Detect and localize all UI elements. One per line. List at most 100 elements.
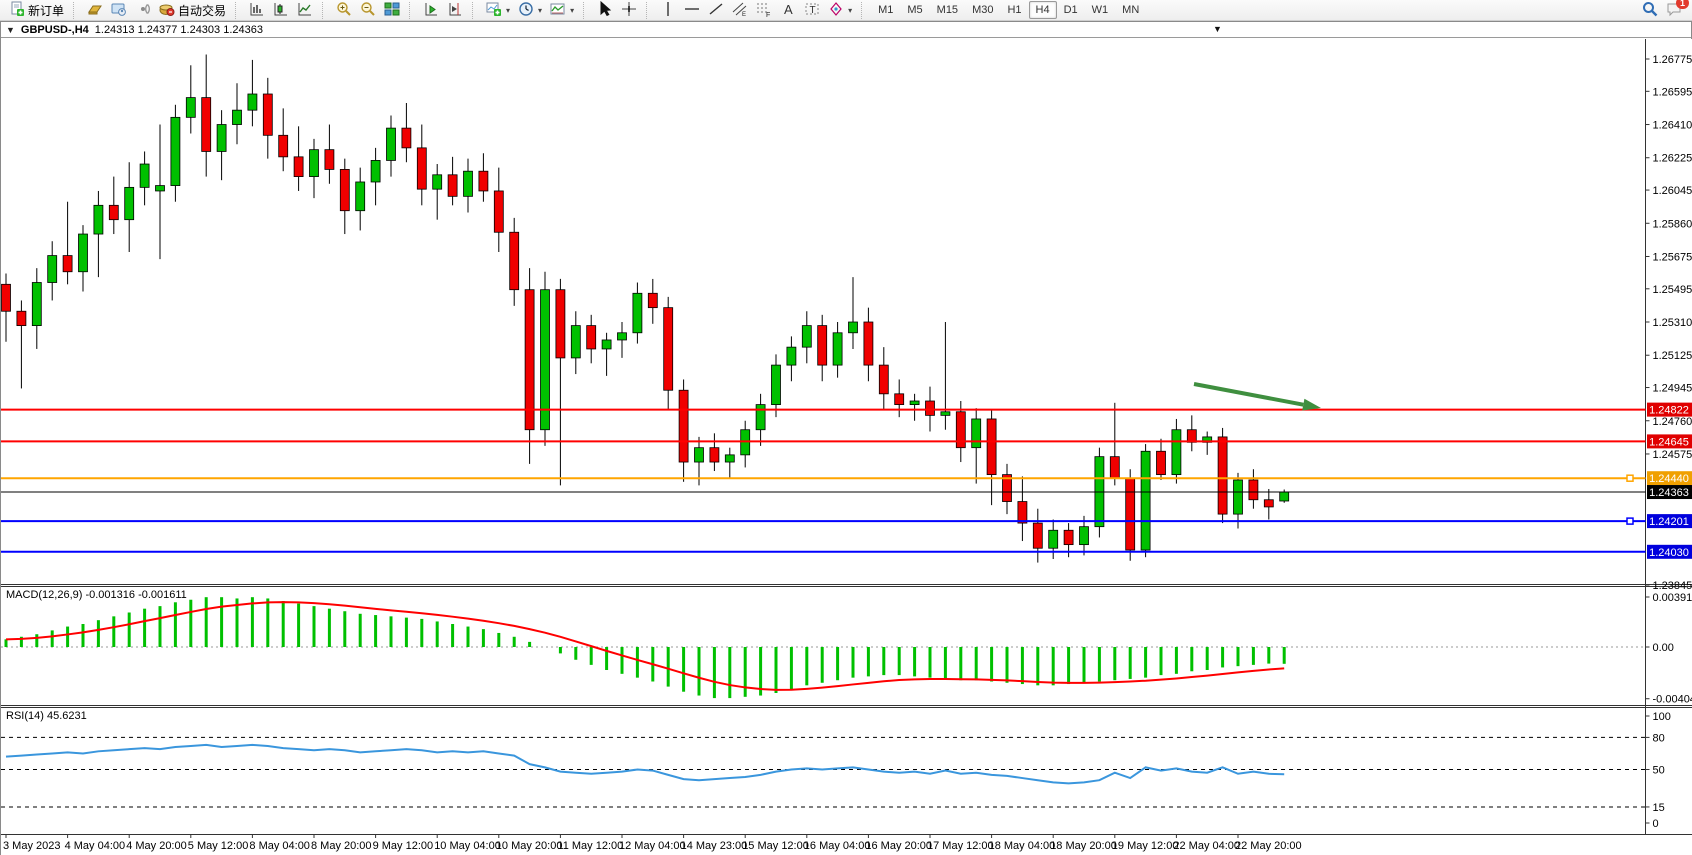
timeframe-m1-button[interactable]: M1 bbox=[871, 1, 900, 19]
timeframe-m30-button[interactable]: M30 bbox=[965, 1, 1000, 19]
crosshair-button[interactable] bbox=[617, 1, 641, 20]
equidistant-channel-button[interactable]: E bbox=[728, 1, 752, 20]
bar-chart-type-button[interactable] bbox=[245, 1, 269, 20]
price-axis-label: 1.26225 bbox=[1653, 153, 1692, 165]
dropdown-caret-icon: ▾ bbox=[570, 6, 574, 15]
templates-button[interactable]: ▾ bbox=[546, 1, 578, 20]
text-label-icon: T bbox=[804, 1, 820, 20]
dropdown-caret-icon: ▾ bbox=[538, 6, 542, 15]
new-order-button[interactable]: 新订单 bbox=[5, 1, 68, 20]
fibonacci-button[interactable]: F bbox=[752, 1, 776, 20]
chart-shift-marker[interactable]: ▼ bbox=[1213, 24, 1222, 34]
timeframe-d1-button[interactable]: D1 bbox=[1057, 1, 1085, 19]
line-chart-type-button[interactable] bbox=[293, 1, 317, 20]
candlestick-chart-type-icon bbox=[273, 1, 289, 20]
search-button[interactable] bbox=[1642, 1, 1658, 20]
chart-title-symbol: GBPUSD-,H4 bbox=[21, 24, 89, 36]
timeframe-m15-button[interactable]: M15 bbox=[930, 1, 965, 19]
chart-collapse-arrow[interactable]: ▼ bbox=[6, 25, 15, 35]
price-axis-label: 1.25675 bbox=[1653, 251, 1692, 263]
periods-button[interactable]: ▾ bbox=[514, 1, 546, 20]
price-badge-label: 1.24645 bbox=[1649, 436, 1689, 448]
price-axis-label: 1.23845 bbox=[1653, 580, 1692, 592]
timeframe-h4-button[interactable]: H4 bbox=[1029, 1, 1057, 19]
auto-scroll-icon bbox=[423, 1, 439, 20]
time-axis-label: 22 May 20:00 bbox=[1235, 840, 1302, 852]
time-axis-label: 4 May 04:00 bbox=[65, 840, 126, 852]
time-axis-label: 10 May 20:00 bbox=[496, 840, 563, 852]
price-axis-label: 1.24760 bbox=[1653, 416, 1692, 428]
timeframe-w1-button[interactable]: W1 bbox=[1085, 1, 1116, 19]
timeframe-h1-button[interactable]: H1 bbox=[1000, 1, 1028, 19]
dropdown-caret-icon: ▾ bbox=[848, 6, 852, 15]
text-icon: A bbox=[780, 1, 796, 20]
price-axis-label: 1.26775 bbox=[1653, 54, 1692, 66]
price-axis-label: 1.26410 bbox=[1653, 120, 1692, 132]
time-axis-label: 16 May 04:00 bbox=[804, 840, 871, 852]
timeframe-group: M1M5M15M30H1H4D1W1MN bbox=[868, 0, 1149, 21]
auto-scroll-button[interactable] bbox=[419, 1, 443, 20]
signals-icon[interactable] bbox=[131, 1, 155, 20]
rsi-axis-label: 50 bbox=[1653, 765, 1665, 777]
periods-icon bbox=[518, 1, 534, 20]
toolbar-separator bbox=[73, 2, 78, 19]
cursor-button[interactable] bbox=[593, 1, 617, 20]
time-axis-label: 15 May 12:00 bbox=[742, 840, 809, 852]
horizontal-line-button[interactable] bbox=[680, 1, 704, 20]
trendline-button[interactable] bbox=[704, 1, 728, 20]
time-axis-label: 8 May 20:00 bbox=[311, 840, 372, 852]
text-button[interactable]: A bbox=[776, 1, 800, 20]
market-watch-icon[interactable] bbox=[83, 1, 107, 20]
text-label-button[interactable]: T bbox=[800, 1, 824, 20]
cursor-icon bbox=[597, 1, 613, 20]
price-axis-label: 1.25125 bbox=[1653, 350, 1692, 362]
time-axis-label: 5 May 12:00 bbox=[188, 840, 249, 852]
tile-windows-button[interactable] bbox=[380, 1, 404, 20]
time-axis-label: 19 May 12:00 bbox=[1112, 840, 1179, 852]
toolbar-group: 新订单 bbox=[2, 0, 71, 21]
toolbar-group bbox=[242, 0, 320, 21]
time-axis-label: 11 May 12:00 bbox=[557, 840, 623, 852]
rsi-label: RSI(14) 45.6231 bbox=[6, 710, 87, 722]
price-axis-label: 1.24575 bbox=[1653, 449, 1692, 461]
tile-windows-icon bbox=[384, 1, 400, 20]
macd-label: MACD(12,26,9) -0.001316 -0.001611 bbox=[6, 589, 187, 601]
price-badge-label: 1.24440 bbox=[1649, 473, 1689, 485]
toolbar-separator bbox=[583, 2, 588, 19]
fibonacci-icon: F bbox=[756, 1, 772, 20]
zoom-in-button[interactable] bbox=[332, 1, 356, 20]
zoom-out-button[interactable] bbox=[356, 1, 380, 20]
autotrading-button[interactable]: 自动交易 bbox=[155, 1, 230, 20]
level-handle-1.24201[interactable] bbox=[1627, 518, 1633, 524]
new-chart-button[interactable]: ▾ bbox=[482, 1, 514, 20]
time-axis-label: 4 May 20:00 bbox=[126, 840, 187, 852]
timeframe-m5-button[interactable]: M5 bbox=[900, 1, 929, 19]
level-handle-1.24440[interactable] bbox=[1627, 475, 1633, 481]
time-axis-label: 8 May 04:00 bbox=[249, 840, 310, 852]
zoom-in-icon bbox=[336, 1, 352, 20]
chart-canvas[interactable]: 1.248221.246451.244401.243631.242011.240… bbox=[1, 39, 1692, 855]
price-axis-label: 1.26045 bbox=[1653, 185, 1692, 197]
crosshair-icon bbox=[621, 1, 637, 20]
bar-chart-type-icon bbox=[249, 1, 265, 20]
candlestick-chart-type-button[interactable] bbox=[269, 1, 293, 20]
strategy-tester-icon[interactable] bbox=[107, 1, 131, 20]
dropdown-caret-icon: ▾ bbox=[506, 6, 510, 15]
strategy-tester-icon-icon bbox=[111, 1, 127, 20]
toolbar-separator bbox=[861, 2, 866, 19]
autotrading-button-label: 自动交易 bbox=[178, 2, 226, 19]
time-axis-label: 18 May 20:00 bbox=[1050, 840, 1117, 852]
toolbar-group bbox=[329, 0, 407, 21]
time-axis-label: 9 May 12:00 bbox=[373, 840, 434, 852]
toolbar-separator bbox=[235, 2, 240, 19]
vertical-line-button[interactable] bbox=[656, 1, 680, 20]
svg-text:F: F bbox=[766, 12, 770, 17]
chart-titlebar: ▼ GBPUSD-,H4 1.24313 1.24377 1.24303 1.2… bbox=[1, 22, 1691, 38]
timeframe-mn-button[interactable]: MN bbox=[1115, 1, 1146, 19]
time-axis-label: 10 May 04:00 bbox=[434, 840, 501, 852]
arrows-button[interactable]: ▾ bbox=[824, 1, 856, 20]
chart-shift-button[interactable] bbox=[443, 1, 467, 20]
notifications-button[interactable]: 1 bbox=[1666, 1, 1682, 20]
svg-text:E: E bbox=[742, 12, 746, 17]
equidistant-channel-icon: E bbox=[732, 1, 748, 20]
